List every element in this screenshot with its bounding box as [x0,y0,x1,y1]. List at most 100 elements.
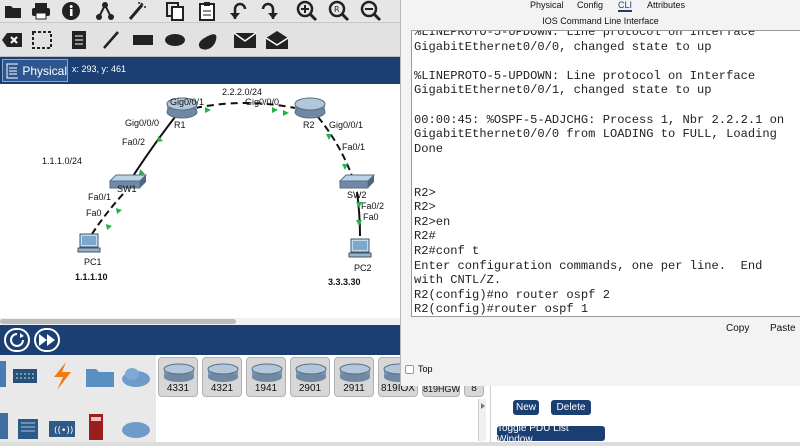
freeform-icon[interactable] [194,29,220,51]
cli-line: R2(config)#router ospf 1 [414,302,794,317]
tab-attributes[interactable]: Attributes [647,0,685,10]
router-model-4321[interactable]: 4321 [202,357,242,397]
misc-category-icon[interactable] [84,365,116,389]
copy-icon[interactable] [164,0,186,22]
tab-config[interactable]: Config [577,0,603,10]
select-area-icon[interactable] [30,29,54,51]
logical-workspace[interactable]: 2.2.2.0/24 Gig0/0/1 Gig0/0/0 Gig0/0/0 R1… [0,84,400,325]
label-pc2-ip: 3.3.3.30 [328,277,361,287]
cli-line [414,54,794,69]
ellipse-icon[interactable] [162,29,188,51]
toggle-pdu-list-button[interactable]: Toggle PDU List Window [497,426,605,441]
label-sw2-fa02: Fa0/2 [361,201,384,211]
svg-text:((•)): ((•)) [54,426,73,436]
security-category-icon[interactable] [88,413,104,441]
redo-icon[interactable] [258,0,280,22]
label-pc2-fa0: Fa0 [363,212,379,222]
cli-line [414,156,794,171]
router-icon [251,361,283,383]
cloud-category-icon[interactable] [120,365,152,389]
label-sw1-fa01: Fa0/1 [88,192,111,202]
label-pc1-ip: 1.1.1.10 [75,272,108,282]
router-model-label: 2911 [335,383,373,394]
paste-button[interactable]: Paste [770,323,796,334]
router-icon [295,361,327,383]
delete-icon[interactable] [0,29,24,51]
label-r1-port-gig001: Gig0/0/1 [170,97,204,107]
router-icon [163,361,195,383]
draw-line-icon[interactable] [100,29,122,51]
router-r2 [295,98,325,118]
cli-line [414,171,794,186]
label-r2-port-gig001: Gig0/0/1 [329,120,363,130]
workspace-horizontal-scrollbar[interactable] [0,318,400,325]
new-scenario-button[interactable]: New [513,400,539,415]
cli-line: R2# [414,229,794,244]
top-checkbox-box[interactable] [405,365,414,374]
server-category-icon[interactable] [16,417,40,439]
workspace-bar: Physical x: 293, y: 461 [0,57,400,84]
cli-output: %LINEPROTO-5-UPDOWN: Line protocol on In… [414,30,794,317]
power-cycle-icon [9,332,25,348]
cli-line: %LINEPROTO-5-UPDOWN: Line protocol on In… [414,69,794,84]
router-model-2911[interactable]: 2911 [334,357,374,397]
main-toolbar: R [0,0,400,23]
svg-text:R: R [334,5,340,14]
rectangle-icon[interactable] [130,29,156,51]
cli-line: R2(config)#no router ospf 2 [414,288,794,303]
router-model-label: 4331 [159,383,197,394]
cli-line [414,98,794,113]
physical-view-button[interactable]: Physical [2,59,68,82]
label-pc1-fa0: Fa0 [86,208,102,218]
wan-emulation-icon[interactable] [120,417,152,439]
router-model-4331[interactable]: 4331 [158,357,198,397]
label-r2: R2 [303,120,315,130]
cli-line: GigabitEthernet0/0/0, changed state to u… [414,40,794,55]
complex-pdu-icon[interactable] [264,29,290,51]
zoom-reset-icon[interactable]: R [328,0,350,22]
switch-category-icon[interactable] [12,365,38,387]
fast-forward-icon [38,333,56,347]
router-model-2901[interactable]: 2901 [290,357,330,397]
note-icon[interactable] [68,29,90,51]
label-r1-port-gig000: Gig0/0/0 [125,118,159,128]
wand-icon[interactable] [126,0,148,22]
cursor-coordinates: x: 293, y: 461 [72,64,126,74]
copy-button[interactable]: Copy [726,323,749,334]
drawing-toolbar [0,23,400,57]
info-icon[interactable] [60,0,82,22]
network-wizard-icon[interactable] [94,0,116,22]
router-model-label: 2901 [291,383,329,394]
power-cycle-button[interactable] [4,328,30,352]
physical-view-label: Physical [22,64,67,78]
cli-line: %LINEPROTO-5-UPDOWN: Line protocol on In… [414,30,794,40]
delete-scenario-button[interactable]: Delete [551,400,591,415]
router-model-1941[interactable]: 1941 [246,357,286,397]
connections-category-icon[interactable] [48,361,76,391]
zoom-in-icon[interactable] [296,0,318,22]
pc-pc1 [78,234,100,252]
label-r1-r2-network: 2.2.2.0/24 [222,87,262,97]
tab-cli[interactable]: CLI [618,0,632,12]
undo-icon[interactable] [228,0,250,22]
print-icon[interactable] [30,0,52,22]
cli-line: R2>en [414,215,794,230]
paste-icon[interactable] [196,0,218,22]
tab-physical[interactable]: Physical [530,0,564,10]
label-sw1: SW1 [117,184,137,194]
device-category-icon[interactable] [0,361,6,387]
cli-line: GigabitEthernet0/0/0 from LOADING to FUL… [414,127,794,142]
top-checkbox-label: Top [418,364,433,374]
palette-scrollbar[interactable] [478,399,486,441]
simple-pdu-icon[interactable] [232,29,258,51]
end-device-category-icon[interactable] [0,413,8,439]
fast-forward-button[interactable] [34,328,60,352]
wireless-category-icon[interactable]: ((•)) [48,417,76,439]
folder-icon[interactable] [2,0,24,22]
cli-terminal[interactable]: %LINEPROTO-5-UPDOWN: Line protocol on In… [411,30,800,317]
top-checkbox[interactable]: Top [405,364,433,374]
zoom-out-icon[interactable] [360,0,382,22]
router-icon [207,361,239,383]
cli-title: IOS Command Line Interface [401,16,800,26]
cli-line: Enter configuration commands, one per li… [414,259,794,274]
